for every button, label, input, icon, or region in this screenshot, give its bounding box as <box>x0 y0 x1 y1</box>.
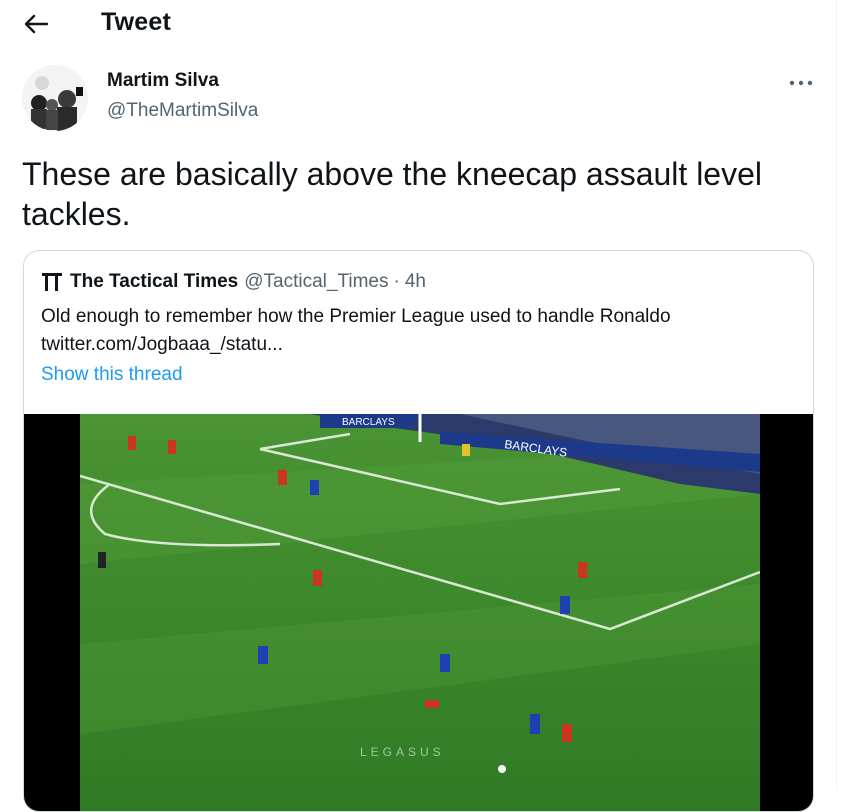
quoted-author-name[interactable]: The Tactical Times <box>70 271 238 293</box>
tactical-times-logo-icon <box>42 273 62 291</box>
arrow-left-icon <box>24 14 49 34</box>
column-border <box>836 0 837 790</box>
tweet-text: These are basically above the kneecap as… <box>22 156 762 232</box>
more-horizontal-icon <box>789 80 813 86</box>
avatar-image <box>22 65 88 131</box>
more-options-button[interactable] <box>786 72 816 94</box>
show-thread-link[interactable]: Show this thread <box>41 364 183 386</box>
avatar[interactable] <box>22 65 88 131</box>
video-player[interactable]: BARCLAYS BARCLAYS LEGASUS <box>24 414 813 811</box>
author-name[interactable]: Martim Silva <box>107 70 219 92</box>
video-frame: BARCLAYS BARCLAYS LEGASUS <box>80 414 760 811</box>
page-title: Tweet <box>101 8 171 36</box>
quoted-text-line: Old enough to remember how the Premier L… <box>41 306 671 327</box>
video-watermark: LEGASUS <box>360 745 445 759</box>
quoted-author-handle[interactable]: @Tactical_Times <box>244 271 388 293</box>
author-handle[interactable]: @TheMartimSilva <box>107 100 258 122</box>
quoted-tweet-header: The Tactical Times @Tactical_Times · 4h <box>41 271 426 293</box>
back-button[interactable] <box>18 8 54 40</box>
quoted-link[interactable]: twitter.com/Jogbaaa_/statu... <box>41 331 781 359</box>
quoted-timestamp[interactable]: 4h <box>405 271 426 293</box>
quoted-tweet[interactable]: The Tactical Times @Tactical_Times · 4h … <box>23 250 814 812</box>
quoted-tweet-text: Old enough to remember how the Premier L… <box>41 303 781 359</box>
separator-dot: · <box>393 271 400 292</box>
ad-board-1: BARCLAYS <box>342 417 395 428</box>
